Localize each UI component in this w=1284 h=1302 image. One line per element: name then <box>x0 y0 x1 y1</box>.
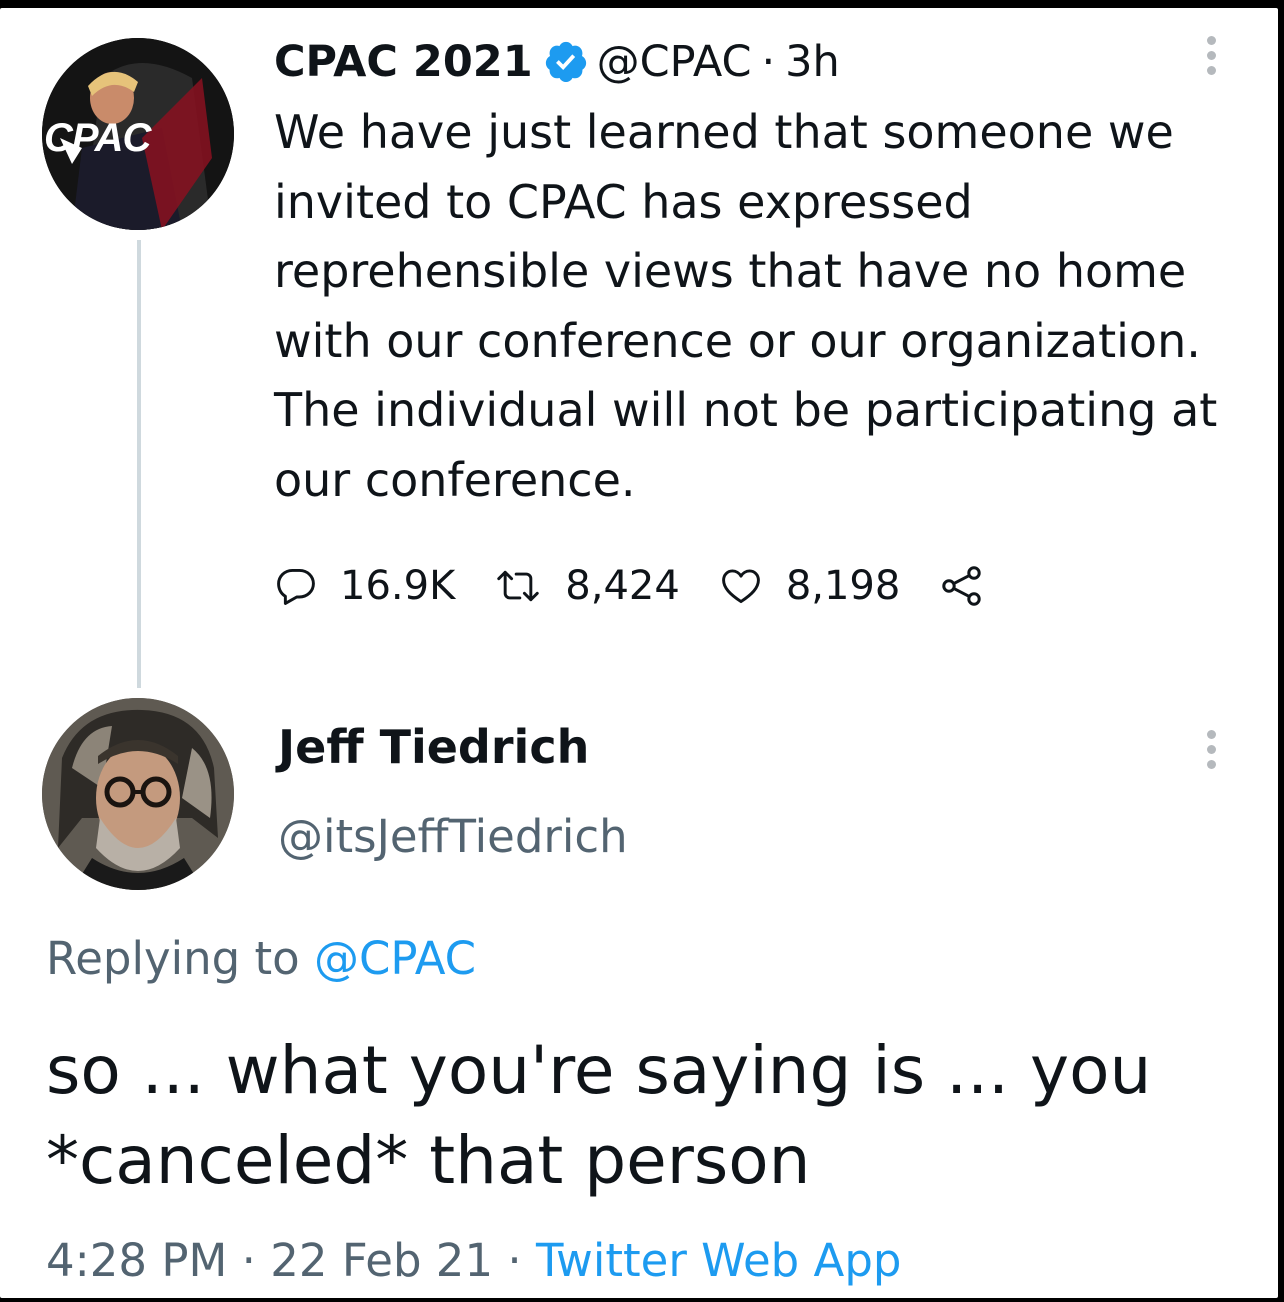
author-handle[interactable]: @CPAC <box>597 37 752 87</box>
reply-time[interactable]: 4:28 PM <box>46 1234 227 1287</box>
tweet-actions: 16.9K 8,424 8,198 <box>274 556 986 616</box>
like-count: 8,198 <box>785 563 901 609</box>
cpac-logo-text: CPAC <box>44 116 151 160</box>
share-action[interactable] <box>938 562 986 610</box>
reply-more-options-icon[interactable] <box>1201 730 1221 769</box>
header-separator: · <box>761 37 776 87</box>
share-icon <box>942 566 982 606</box>
reply-source[interactable]: Twitter Web App <box>536 1234 901 1287</box>
retweet-action[interactable]: 8,424 <box>493 563 718 609</box>
reply-meta: 4:28 PM · 22 Feb 21 · Twitter Web App <box>46 1234 901 1287</box>
reply-author-handle[interactable]: @itsJeffTiedrich <box>278 810 628 863</box>
jeff-avatar-image <box>42 698 234 890</box>
heart-icon <box>721 569 760 604</box>
jeff-avatar[interactable] <box>42 698 234 890</box>
reply-author-name[interactable]: Jeff Tiedrich <box>278 720 589 774</box>
reply-action[interactable]: 16.9K <box>274 563 493 609</box>
replying-to: Replying to @CPAC <box>46 932 476 985</box>
thread-connector-line <box>137 240 141 688</box>
meta-separator: · <box>507 1234 522 1287</box>
tweet-text: We have just learned that someone we inv… <box>274 105 1218 507</box>
tweet-card: CPAC CPAC 2021 @CPAC · 3h We have just l… <box>0 8 1278 1298</box>
reply-icon <box>277 568 315 605</box>
more-options-icon[interactable] <box>1201 36 1221 75</box>
verified-badge-icon <box>543 39 589 85</box>
cpac-avatar[interactable]: CPAC <box>42 38 234 230</box>
author-name[interactable]: CPAC 2021 <box>274 37 533 87</box>
tweet-time[interactable]: 3h <box>785 37 840 87</box>
meta-separator: · <box>241 1234 256 1287</box>
reply-date[interactable]: 22 Feb 21 <box>270 1234 493 1287</box>
like-action[interactable]: 8,198 <box>718 563 939 609</box>
reply-text: so ... what you're saying is ... you *ca… <box>46 1032 1152 1199</box>
tweet-header: CPAC 2021 @CPAC · 3h <box>274 34 840 90</box>
reply-count: 16.9K <box>340 563 456 609</box>
replying-to-link[interactable]: @CPAC <box>314 932 476 985</box>
retweet-icon <box>497 570 540 602</box>
retweet-count: 8,424 <box>565 563 680 609</box>
replying-prefix: Replying to <box>46 932 300 985</box>
